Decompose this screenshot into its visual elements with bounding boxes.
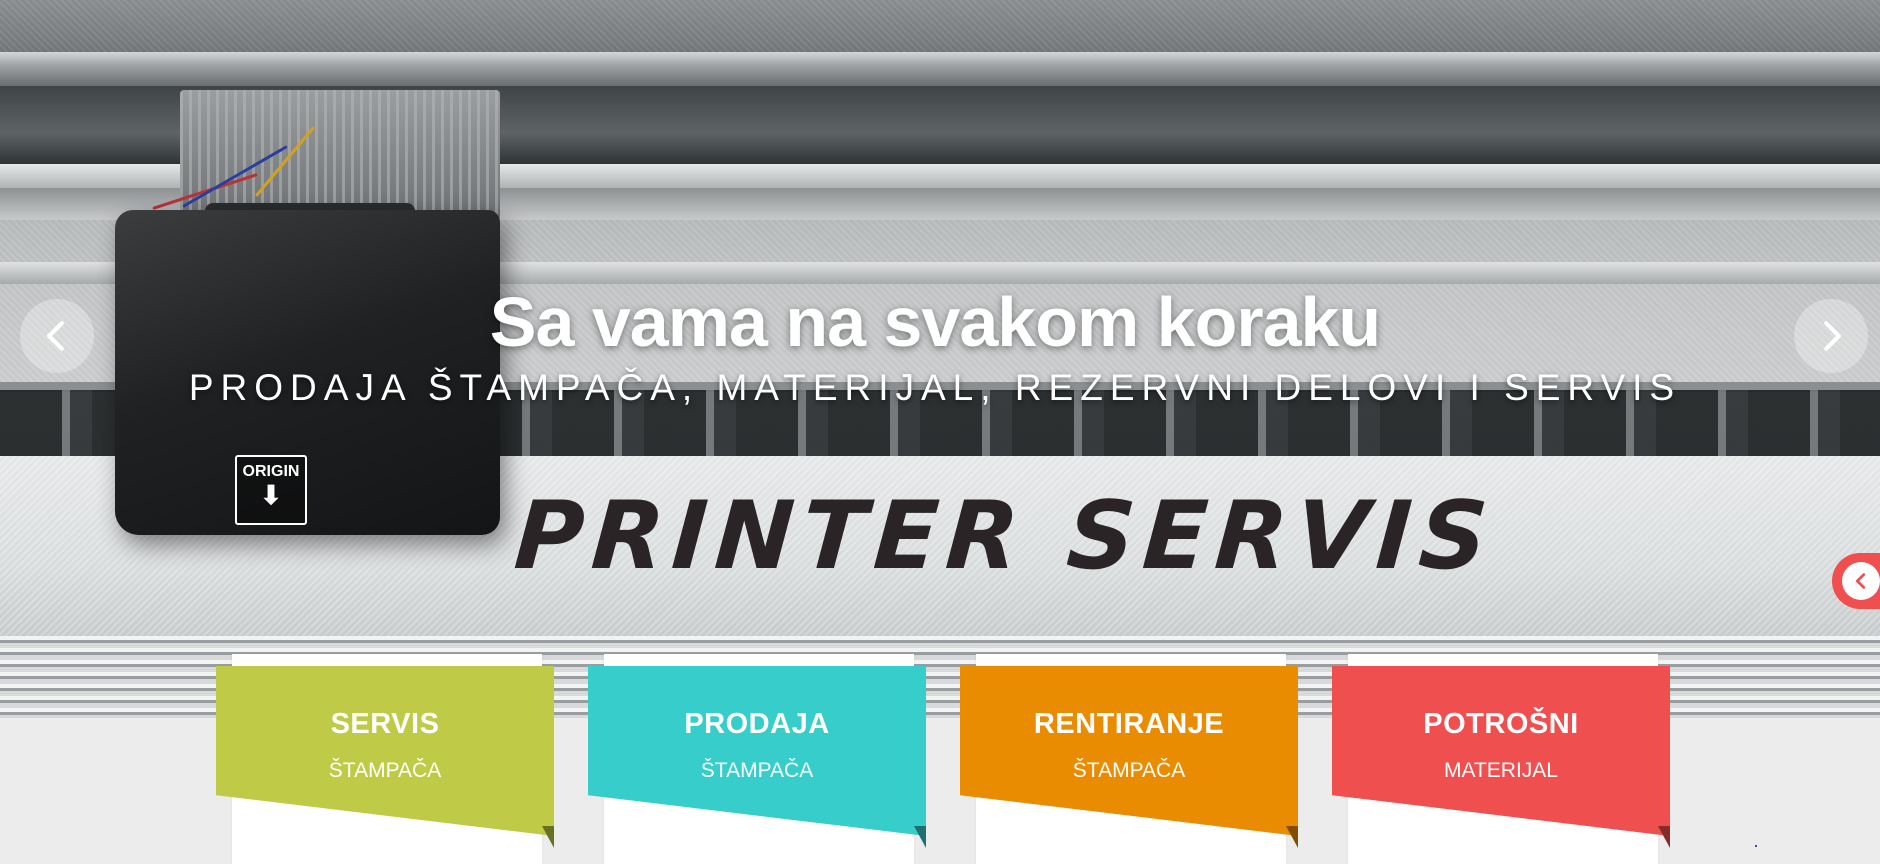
chevron-right-icon (1824, 321, 1841, 351)
ribbon-background (1332, 666, 1670, 836)
ribbon-background (960, 666, 1298, 836)
side-panel-toggle-circle (1842, 562, 1880, 600)
decorative-dot (1755, 845, 1757, 847)
printer-mechanism (180, 90, 500, 220)
carousel-prev-button[interactable] (20, 299, 94, 373)
carousel-next-button[interactable] (1794, 299, 1868, 373)
ribbon-fold (1286, 826, 1298, 848)
service-card-potrosni[interactable]: POTROŠNI MATERIJAL (1332, 666, 1670, 848)
service-title: PRODAJA (684, 708, 830, 740)
service-subtitle: ŠTAMPAČA (328, 759, 442, 782)
printer-rail (0, 52, 1880, 86)
ribbon-background (588, 666, 926, 836)
service-title: RENTIRANJE (1033, 708, 1225, 740)
service-title: POTROŠNI (1423, 708, 1579, 740)
chevron-left-icon (47, 321, 64, 351)
origin-badge: ORIGIN ⬇ (235, 455, 307, 525)
origin-label: ORIGIN (242, 463, 300, 480)
hero-subtitle: PRODAJA ŠTAMPAČA, MATERIJAL, REZERVNI DE… (188, 367, 1682, 408)
side-panel-toggle[interactable] (1832, 553, 1880, 609)
arrow-down-icon: ⬇ (260, 480, 282, 510)
chevron-left-icon (1855, 573, 1866, 589)
service-card-prodaja[interactable]: PRODAJA ŠTAMPAČA (588, 666, 926, 848)
ribbon-background (216, 666, 554, 836)
service-subtitle: ŠTAMPAČA (1072, 759, 1186, 782)
ribbon-fold (1658, 826, 1670, 848)
service-subtitle: MATERIJAL (1444, 759, 1558, 782)
hero-title: Sa vama na svakom koraku (489, 283, 1381, 361)
printed-brand-text: PRINTER SERVIS (511, 482, 1499, 591)
service-card-servis[interactable]: SERVIS ŠTAMPAČA (216, 666, 554, 848)
service-card-rentiranje[interactable]: RENTIRANJE ŠTAMPAČA (960, 666, 1298, 848)
service-title: SERVIS (330, 708, 440, 740)
hero-banner: ORIGIN ⬇ PRINTER SERVIS Sa vama na svako… (0, 0, 1880, 718)
service-subtitle: ŠTAMPAČA (700, 759, 814, 782)
